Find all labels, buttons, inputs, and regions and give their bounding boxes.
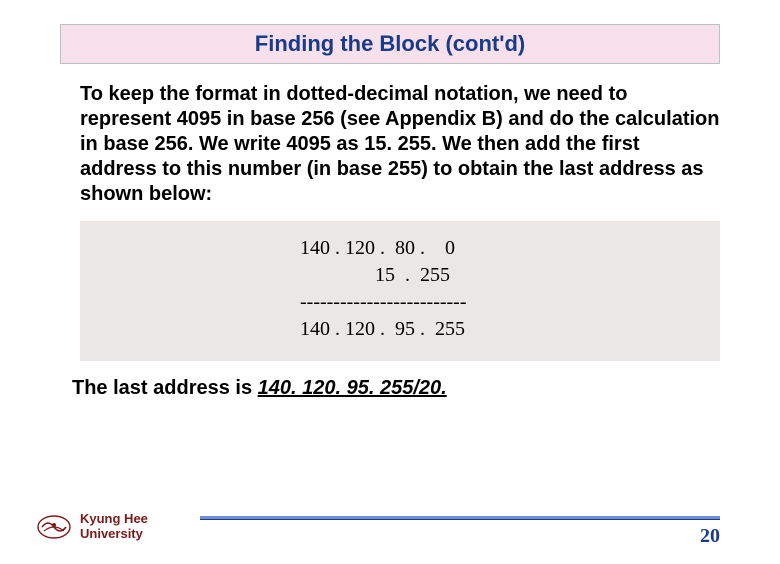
slide-title: Finding the Block (cont'd) — [71, 31, 709, 57]
footer-rule — [200, 516, 720, 520]
result-address: 140. 120. 95. 255/20. — [258, 377, 447, 399]
slide-footer: Kyung Hee University 20 — [0, 494, 780, 542]
page-number: 20 — [700, 525, 720, 548]
result-prefix: The last address is — [72, 377, 258, 399]
result-line: The last address is 140. 120. 95. 255/20… — [72, 377, 720, 400]
calc-line-3: 140 . 120 . 95 . 255 — [300, 318, 465, 340]
calc-line-2: 15 . 255 — [300, 264, 450, 286]
calculation-box: 140 . 120 . 80 . 0 15 . 255 ------------… — [80, 221, 720, 361]
university-logo-block: Kyung Hee University — [36, 512, 148, 542]
university-name: Kyung Hee University — [80, 512, 148, 542]
slide-title-bar: Finding the Block (cont'd) — [60, 24, 720, 64]
body-paragraph: To keep the format in dotted-decimal not… — [80, 82, 720, 207]
calc-divider: ------------------------- — [300, 291, 467, 313]
calculation-lines: 140 . 120 . 80 . 0 15 . 255 ------------… — [90, 235, 710, 343]
university-name-line1: Kyung Hee — [80, 512, 148, 527]
university-crest-icon — [36, 513, 72, 541]
calc-line-1: 140 . 120 . 80 . 0 — [300, 237, 455, 259]
